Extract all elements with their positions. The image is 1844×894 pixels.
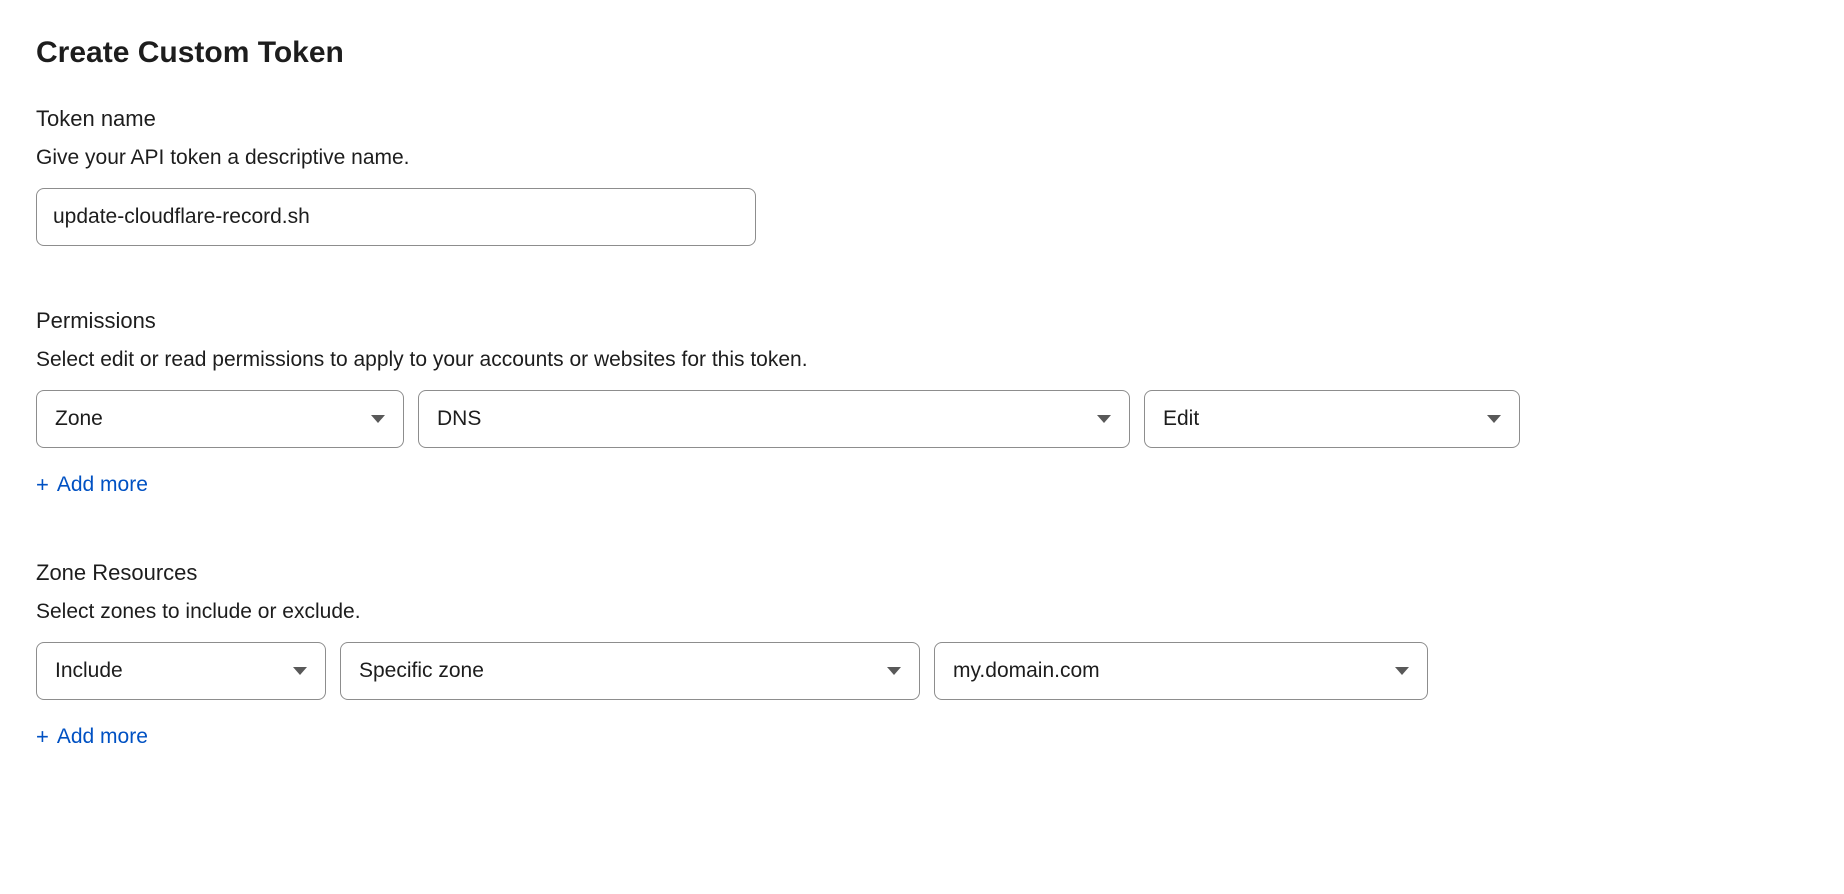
chevron-down-icon [1097,415,1111,423]
permissions-heading: Permissions [36,308,1808,334]
token-name-description: Give your API token a descriptive name. [36,146,1808,170]
chevron-down-icon [371,415,385,423]
token-name-section: Token name Give your API token a descrip… [36,106,1808,246]
zone-type-value: Specific zone [359,659,484,683]
zone-name-select[interactable]: my.domain.com [934,642,1428,700]
chevron-down-icon [1487,415,1501,423]
zone-resources-description: Select zones to include or exclude. [36,600,1808,624]
page-title: Create Custom Token [36,36,1808,70]
permissions-row: Zone DNS Edit [36,390,1808,448]
permissions-scope-value: Zone [55,407,103,431]
zone-resources-add-more-label: Add more [57,725,148,749]
zone-resources-heading: Zone Resources [36,560,1808,586]
chevron-down-icon [1395,667,1409,675]
zone-mode-value: Include [55,659,123,683]
zone-mode-select[interactable]: Include [36,642,326,700]
permissions-level-value: Edit [1163,407,1199,431]
zone-name-value: my.domain.com [953,659,1100,683]
token-name-input[interactable] [36,188,756,246]
permissions-resource-value: DNS [437,407,481,431]
zone-type-select[interactable]: Specific zone [340,642,920,700]
permissions-level-select[interactable]: Edit [1144,390,1520,448]
token-name-heading: Token name [36,106,1808,132]
permissions-add-more-label: Add more [57,473,148,497]
permissions-section: Permissions Select edit or read permissi… [36,308,1808,498]
zone-resources-row: Include Specific zone my.domain.com [36,642,1808,700]
plus-icon: + [36,724,49,750]
permissions-resource-select[interactable]: DNS [418,390,1130,448]
chevron-down-icon [887,667,901,675]
zone-resources-section: Zone Resources Select zones to include o… [36,560,1808,750]
permissions-add-more-link[interactable]: + Add more [36,472,148,498]
zone-resources-add-more-link[interactable]: + Add more [36,724,148,750]
permissions-scope-select[interactable]: Zone [36,390,404,448]
chevron-down-icon [293,667,307,675]
plus-icon: + [36,472,49,498]
permissions-description: Select edit or read permissions to apply… [36,348,1808,372]
